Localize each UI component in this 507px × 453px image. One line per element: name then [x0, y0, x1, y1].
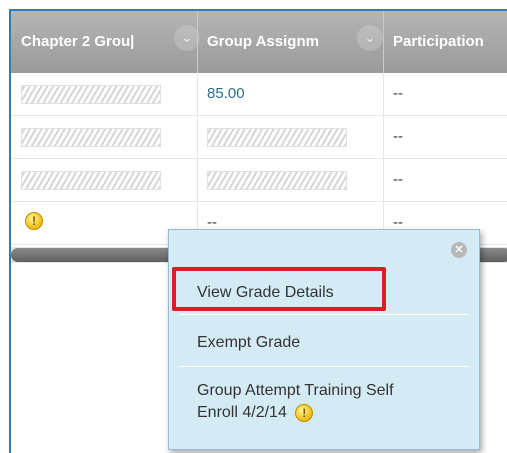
- grade-context-menu: ✕ View Grade Details Exempt Grade Group …: [168, 229, 480, 450]
- table-row: --: [11, 116, 507, 159]
- grade-value[interactable]: --: [393, 159, 403, 201]
- close-icon[interactable]: ✕: [451, 242, 467, 258]
- highlight-annotation-box: [172, 267, 386, 311]
- menu-item-label: Exempt Grade: [197, 334, 301, 351]
- table-row: 85.00 --: [11, 73, 507, 116]
- chevron-down-icon[interactable]: ⌄: [357, 25, 383, 51]
- column-header-group-assignment[interactable]: Group Assignm: [197, 11, 367, 73]
- column-header-chapter-2-group[interactable]: Chapter 2 Grou|: [11, 11, 181, 73]
- hidden-grade-placeholder[interactable]: [21, 85, 161, 104]
- grade-value[interactable]: 85.00: [207, 73, 245, 115]
- hidden-grade-placeholder[interactable]: [21, 171, 161, 190]
- menu-separator: [179, 366, 469, 367]
- hidden-grade-placeholder[interactable]: [21, 128, 161, 147]
- grid-header: Chapter 2 Grou| ⌄ Group Assignm ⌄ Partic…: [11, 11, 507, 73]
- grade-value[interactable]: --: [393, 73, 403, 115]
- hidden-grade-placeholder[interactable]: [207, 128, 347, 147]
- menu-item-group-attempt[interactable]: Group Attempt Training Self Enroll 4/2/1…: [179, 380, 469, 440]
- menu-separator: [179, 314, 469, 315]
- hidden-grade-placeholder[interactable]: [207, 171, 347, 190]
- column-header-participation[interactable]: Participation: [383, 11, 507, 73]
- grade-value[interactable]: --: [393, 116, 403, 158]
- exclamation-warning-icon: !: [295, 403, 314, 422]
- table-row: --: [11, 159, 507, 202]
- menu-item-exempt-grade[interactable]: Exempt Grade: [179, 324, 469, 362]
- exclamation-warning-icon[interactable]: !: [25, 212, 43, 230]
